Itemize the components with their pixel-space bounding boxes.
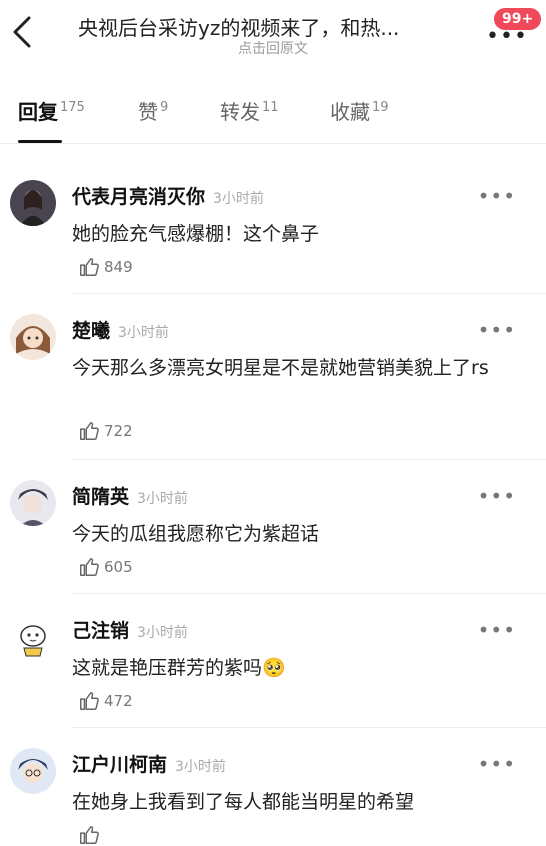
divider <box>72 293 546 294</box>
comment-time: 3小时前 <box>137 625 188 641</box>
author-name: 江户川柯南 <box>72 754 168 776</box>
notification-badge[interactable]: 99+ <box>494 8 542 30</box>
comment-text: 今天的瓜组我愿称它为紫超话 <box>72 523 320 545</box>
author-name: 楚曦 <box>72 320 111 342</box>
author-name: 简隋英 <box>72 486 130 508</box>
comment-time: 3小时前 <box>137 491 188 507</box>
comment-more-button[interactable]: ••• <box>478 618 516 642</box>
like-button[interactable]: 722 <box>78 420 133 442</box>
divider <box>72 727 546 728</box>
comment-item: 简隋英 3小时前 ••• 今天的瓜组我愿称它为紫超话 605 <box>0 480 546 594</box>
comment-author[interactable]: 己注销 3小时前 <box>72 616 188 643</box>
top-bar: 央视后台采访yz的视频来了，和热... 点击回原文 ••• 99+ <box>0 0 546 70</box>
comment-time: 3小时前 <box>118 325 169 341</box>
tab-likes[interactable]: 赞9 <box>138 96 168 125</box>
like-button[interactable] <box>78 824 104 846</box>
like-count: 722 <box>104 422 133 440</box>
like-button[interactable]: 849 <box>78 256 133 278</box>
author-name: 己注销 <box>72 620 130 642</box>
comment-text: 她的脸充气感爆棚！这个鼻子 <box>72 223 320 245</box>
tab-label: 转发 <box>220 100 260 124</box>
active-tab-indicator <box>18 140 62 143</box>
pleading-face-emoji: 🥺 <box>262 657 286 679</box>
comment-time: 3小时前 <box>213 191 264 207</box>
thumbs-up-icon <box>80 692 99 710</box>
tab-reposts[interactable]: 转发 11 <box>220 96 279 125</box>
divider <box>72 593 546 594</box>
thumbs-up-icon <box>80 422 99 440</box>
avatar[interactable] <box>10 748 56 794</box>
like-count: 849 <box>104 258 133 276</box>
avatar[interactable] <box>10 180 56 226</box>
avatar[interactable] <box>10 480 56 526</box>
comment-more-button[interactable]: ••• <box>478 184 516 208</box>
tab-count: 11 <box>262 100 279 116</box>
comment-author[interactable]: 代表月亮消灭你 3小时前 <box>72 182 264 209</box>
comment-more-button[interactable]: ••• <box>478 484 516 508</box>
like-count: 605 <box>104 558 133 576</box>
comment-author[interactable]: 简隋英 3小时前 <box>72 482 188 509</box>
thumbs-up-icon <box>80 826 99 844</box>
thumbs-up-icon <box>80 258 99 276</box>
comment-item: 楚曦 3小时前 ••• 今天那么多漂亮女明星是不是就她营销美貌上了rs 722 <box>0 314 546 460</box>
like-button[interactable]: 605 <box>78 556 133 578</box>
like-button[interactable]: 472 <box>78 690 133 712</box>
comment-item: 代表月亮消灭你 3小时前 ••• 她的脸充气感爆棚！这个鼻子 849 <box>0 180 546 294</box>
comment-author[interactable]: 江户川柯南 3小时前 <box>72 750 226 777</box>
tab-label: 赞 <box>138 100 158 124</box>
tab-label: 回复 <box>18 100 58 124</box>
tab-favorites[interactable]: 收藏 19 <box>330 96 389 125</box>
post-title[interactable]: 央视后台采访yz的视频来了，和热... <box>78 12 468 41</box>
comment-more-button[interactable]: ••• <box>478 318 516 342</box>
comment-text-body: 这就是艳压群芳的紫吗 <box>72 657 263 679</box>
comment-text: 今天那么多漂亮女明星是不是就她营销美貌上了rs <box>72 357 489 379</box>
divider <box>72 459 546 460</box>
tab-bar: 回复 175 赞9 转发 11 收藏 19 <box>0 88 546 144</box>
comment-more-button[interactable]: ••• <box>478 752 516 776</box>
tab-count: 9 <box>160 100 169 116</box>
comment-text: 这就是艳压群芳的紫吗🥺 <box>72 652 522 684</box>
tab-count: 175 <box>60 100 85 116</box>
comment-text: 在她身上我看到了每人都能当明星的希望 <box>72 791 415 813</box>
tab-label: 收藏 <box>330 100 370 124</box>
tab-count: 19 <box>372 100 389 116</box>
comment-author[interactable]: 楚曦 3小时前 <box>72 316 169 343</box>
thumbs-up-icon <box>80 558 99 576</box>
back-to-original-link[interactable]: 点击回原文 <box>0 38 546 58</box>
comment-item: 己注销 3小时前 ••• 这就是艳压群芳的紫吗🥺 472 <box>0 614 546 728</box>
author-name: 代表月亮消灭你 <box>72 186 206 208</box>
avatar[interactable] <box>10 314 56 360</box>
comment-time: 3小时前 <box>175 759 226 775</box>
avatar[interactable] <box>10 614 56 660</box>
comment-item: 江户川柯南 3小时前 ••• 在她身上我看到了每人都能当明星的希望 <box>0 748 546 844</box>
tab-replies[interactable]: 回复 175 <box>18 96 85 125</box>
like-count: 472 <box>104 692 133 710</box>
